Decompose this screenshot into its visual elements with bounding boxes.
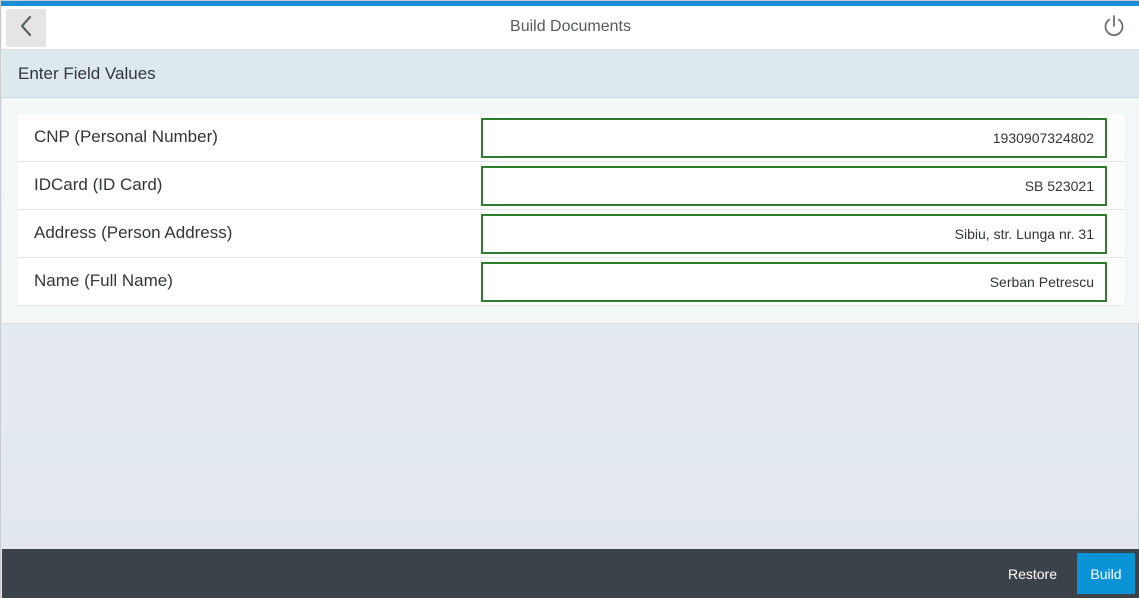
section-header: Enter Field Values: [2, 50, 1139, 98]
field-label-cnp: CNP (Personal Number): [34, 127, 218, 146]
page-title: Build Documents: [510, 18, 631, 35]
field-list: CNP (Personal Number) IDCard (ID Card) A…: [18, 114, 1124, 306]
footer-toolbar: Restore Build: [2, 549, 1139, 598]
field-row-cnp: CNP (Personal Number): [18, 114, 1124, 162]
field-row-address: Address (Person Address): [18, 210, 1124, 258]
build-button[interactable]: Build: [1077, 553, 1135, 594]
field-row-idcard: IDCard (ID Card): [18, 162, 1124, 210]
field-values-panel: CNP (Personal Number) IDCard (ID Card) A…: [2, 98, 1139, 324]
section-title: Enter Field Values: [18, 64, 156, 83]
power-icon: [1102, 14, 1126, 43]
restore-button[interactable]: Restore: [998, 553, 1067, 594]
field-row-name: Name (Full Name): [18, 258, 1124, 306]
app-header: Build Documents: [2, 6, 1139, 50]
app-window: Build Documents Enter Field Values CNP (…: [0, 0, 1139, 598]
power-button[interactable]: [1099, 13, 1129, 43]
field-input-idcard[interactable]: [481, 166, 1107, 206]
field-label-name: Name (Full Name): [34, 271, 173, 290]
field-label-address: Address (Person Address): [34, 223, 233, 242]
field-input-cnp[interactable]: [481, 118, 1107, 158]
back-button[interactable]: [6, 9, 46, 47]
field-input-name[interactable]: [481, 262, 1107, 302]
field-label-idcard: IDCard (ID Card): [34, 175, 163, 194]
field-input-address[interactable]: [481, 214, 1107, 254]
chevron-left-icon: [18, 15, 34, 42]
